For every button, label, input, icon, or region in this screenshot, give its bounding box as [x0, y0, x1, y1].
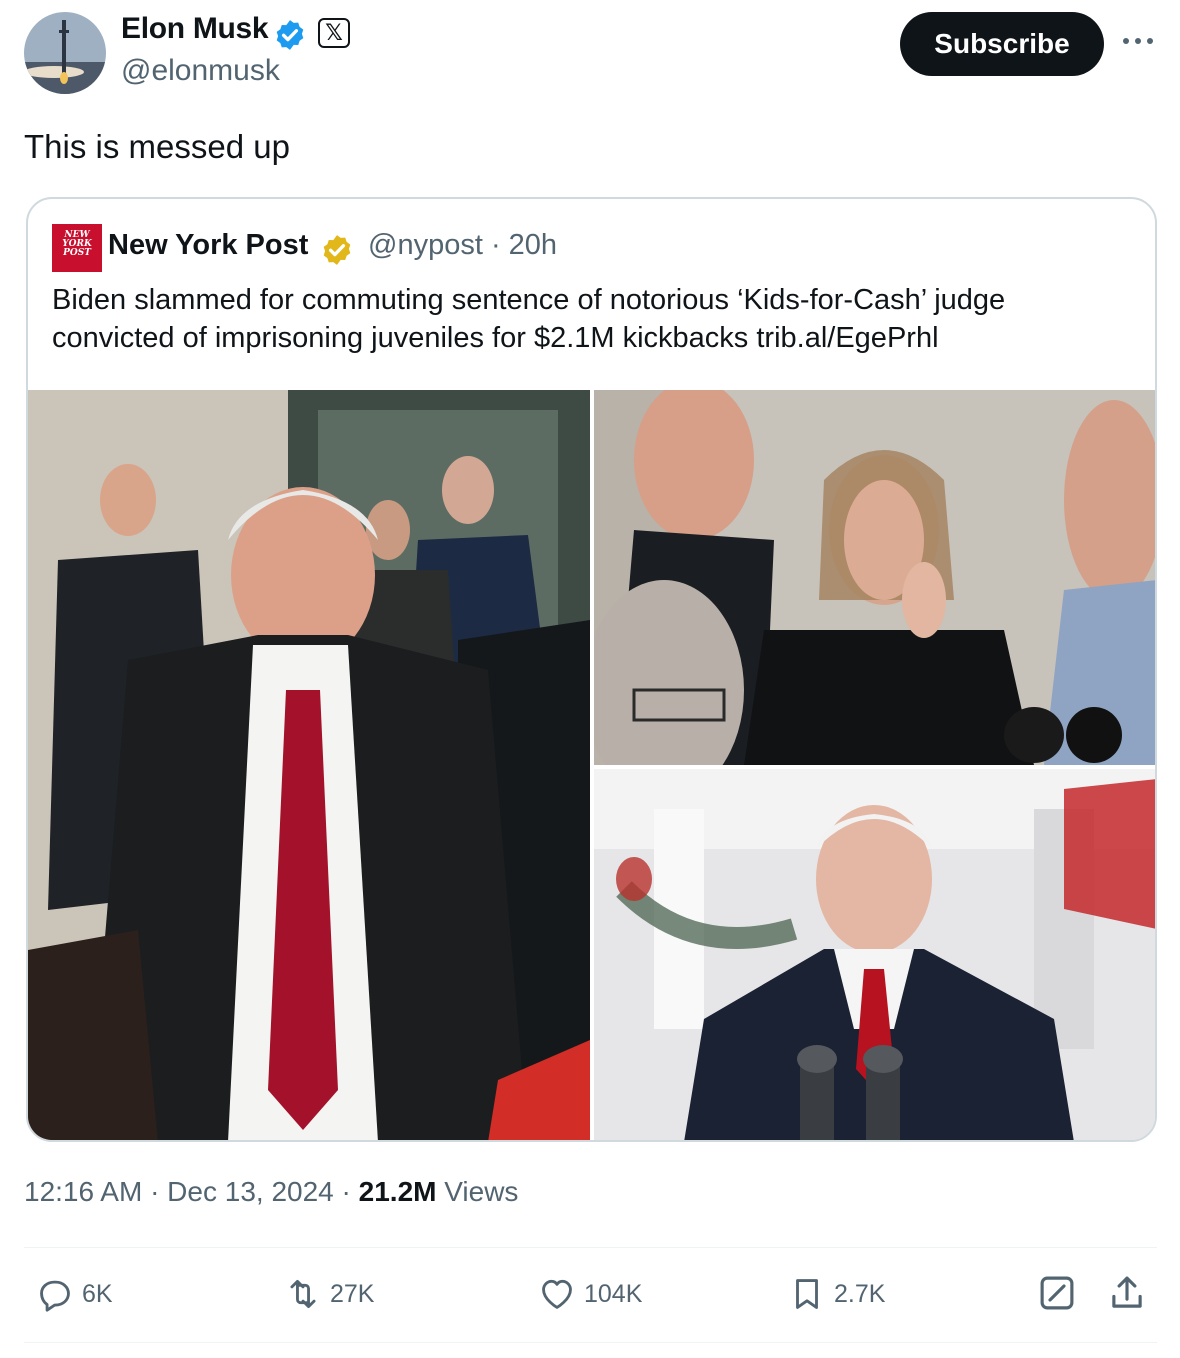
- x-logo-icon: 𝕏: [325, 20, 343, 45]
- more-dots-icon[interactable]: [1120, 26, 1156, 56]
- retweet-icon: [290, 1279, 316, 1309]
- quoted-tweet-card[interactable]: NEW YORK POST New York Post @nypost · 20…: [26, 197, 1157, 1142]
- views-label: Views: [436, 1176, 519, 1207]
- views-count: 21.2M: [358, 1176, 437, 1207]
- tweet-timestamp[interactable]: 12:16 AM · Dec 13, 2024 ·: [24, 1176, 359, 1207]
- subscribe-button[interactable]: Subscribe: [900, 12, 1104, 76]
- reply-count: 6K: [82, 1279, 113, 1308]
- quote-author-name[interactable]: New York Post: [108, 229, 308, 262]
- nypost-logo-text: NEW YORK POST: [62, 230, 92, 258]
- heart-icon: [542, 1279, 572, 1309]
- grok-icon[interactable]: [1036, 1272, 1078, 1314]
- quote-handle-time[interactable]: @nypost · 20h: [368, 229, 557, 262]
- angry-mother-photo[interactable]: [594, 390, 1155, 765]
- author-avatar[interactable]: [24, 12, 106, 94]
- quote-text: Biden slammed for commuting sentence of …: [52, 284, 1006, 354]
- x-affiliation-badge[interactable]: 𝕏: [318, 18, 350, 48]
- nypost-logo-icon[interactable]: NEW YORK POST: [52, 224, 102, 272]
- share-icon[interactable]: [1106, 1272, 1148, 1314]
- retweet-button[interactable]: 27K: [284, 1272, 374, 1316]
- tweet-text: This is messed up: [24, 128, 290, 165]
- like-count: 104K: [584, 1279, 643, 1308]
- divider: [24, 1342, 1157, 1343]
- biden-at-podium-photo[interactable]: [594, 769, 1155, 1140]
- like-button[interactable]: 104K: [538, 1272, 642, 1316]
- bookmark-count: 2.7K: [834, 1279, 886, 1308]
- author-name[interactable]: Elon Musk: [121, 12, 269, 46]
- verified-badge-icon[interactable]: [273, 18, 307, 52]
- rocket-launch-avatar-icon: [24, 12, 106, 94]
- retweet-count: 27K: [330, 1279, 375, 1308]
- judge-exiting-courthouse-photo[interactable]: [28, 390, 590, 1140]
- divider: [24, 1247, 1157, 1248]
- tweet-timestamp-views[interactable]: 12:16 AM · Dec 13, 2024 · 21.2M Views: [24, 1176, 518, 1208]
- author-handle[interactable]: @elonmusk: [121, 54, 280, 88]
- bookmark-button[interactable]: 2.7K: [788, 1272, 885, 1316]
- bookmark-icon: [796, 1279, 818, 1309]
- reply-button[interactable]: 6K: [36, 1272, 113, 1316]
- reply-icon: [40, 1280, 70, 1312]
- gold-verified-badge-icon[interactable]: [320, 233, 354, 267]
